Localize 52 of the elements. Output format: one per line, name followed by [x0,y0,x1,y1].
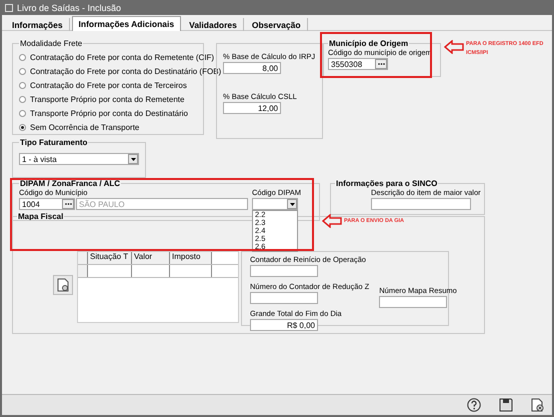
resumo-field[interactable] [379,296,448,308]
dropdown-button[interactable] [287,199,297,209]
group-title: Município de Origem [328,39,410,48]
radio-button[interactable] [19,82,26,88]
radio-option[interactable]: Contratação do Frete por conta de Terceiros [19,78,187,92]
row-header-cell [78,252,88,264]
percent-field[interactable]: 12,00 [223,102,281,114]
municipio-name-field: SÃO PAULO [76,198,248,210]
tipo-faturamento-select[interactable]: 1 - à vista [19,153,139,165]
column-header[interactable]: Situação T [88,252,132,264]
window-title: Livro de Saídas - Inclusão [17,2,122,12]
radio-button[interactable] [19,124,26,130]
ellipsis-button[interactable] [62,199,74,209]
tab[interactable]: Informações Adicionais [72,16,182,31]
description-field[interactable] [371,198,471,210]
app-icon [5,4,13,12]
radio-option[interactable]: Transporte Próprio por conta do Remetente [19,92,184,106]
group-title: Tipo Faturamento [19,138,88,147]
counter-field[interactable] [250,292,318,304]
cancel-icon[interactable] [531,398,544,412]
municipio-code-field[interactable]: 1004 [19,198,75,210]
group-title: Mapa Fiscal [17,212,64,221]
row-header-cell [78,265,88,277]
column-header[interactable]: Valor [132,252,170,264]
radio-button[interactable] [19,68,26,74]
document-button[interactable] [53,275,73,295]
tab[interactable]: Informações [6,18,70,31]
group-title: Informações para o SINCO [335,179,438,188]
percent-field[interactable]: 8,00 [223,62,281,74]
annotation-arrow [444,40,464,54]
save-icon[interactable] [499,398,513,412]
document-icon [57,278,69,292]
municipio-code-field[interactable]: 3550308 [328,58,388,70]
radio-option[interactable]: Contratação do Frete por conta do Remetente (CIF) [19,50,214,64]
tab[interactable]: Observação [246,18,308,31]
radio-button[interactable] [19,54,26,60]
tab[interactable]: Validadores [183,18,244,31]
caret-icon [130,158,136,160]
help-icon[interactable] [467,398,481,412]
radio-button[interactable] [19,110,26,116]
ellipsis-button[interactable] [375,59,387,69]
group-title: Modalidade Frete [19,39,84,48]
radio-option[interactable]: Transporte Próprio por conta do Destinatário [19,106,188,120]
counter-field[interactable]: R$ 0,00 [250,319,318,331]
group-title: DIPAM / ZonaFranca / ALC [19,179,122,188]
radio-button[interactable] [19,96,26,102]
column-header[interactable]: Imposto [170,252,212,264]
annotation-arrow [322,214,342,228]
counter-field[interactable] [250,265,318,277]
dropdown-button[interactable] [128,154,138,164]
caret-icon [290,202,294,206]
radio-option[interactable]: Sem Ocorrência de Transporte [19,120,140,134]
